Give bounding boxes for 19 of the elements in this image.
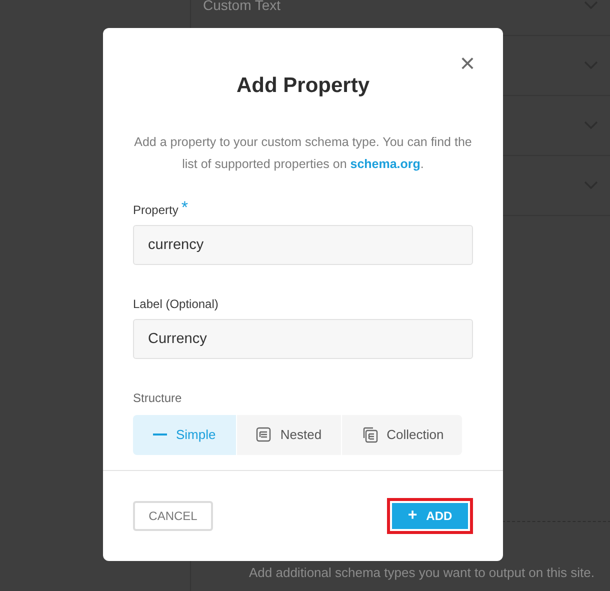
description-text: Add additional schema types you want to output on this site. [249,564,594,582]
close-button[interactable]: × [460,50,475,76]
input-field[interactable]: Currency [133,318,473,358]
intro-text: Add a property to your custom schema type. You can find the list of supported properties on schema.org. [133,134,473,173]
cancel-button[interactable]: CANCEL [133,501,213,531]
field-label: Label (Optional) [133,296,218,312]
schema-link[interactable]: schema.org [350,156,420,170]
dialog-title: Add Property [236,73,370,99]
required-mark: * [181,200,188,214]
row-label: Custom Text [203,0,282,15]
dash-icon [152,433,167,436]
stacked-list-icon [360,426,378,443]
input-field[interactable]: currency [133,224,473,264]
list-icon [256,427,272,442]
structure-option[interactable]: Collection [342,414,462,454]
structure-option[interactable]: Nested [236,414,342,454]
structure-label: Structure [133,390,183,406]
add-button[interactable]: + ADD [392,503,468,529]
field-label: Property [133,202,178,218]
